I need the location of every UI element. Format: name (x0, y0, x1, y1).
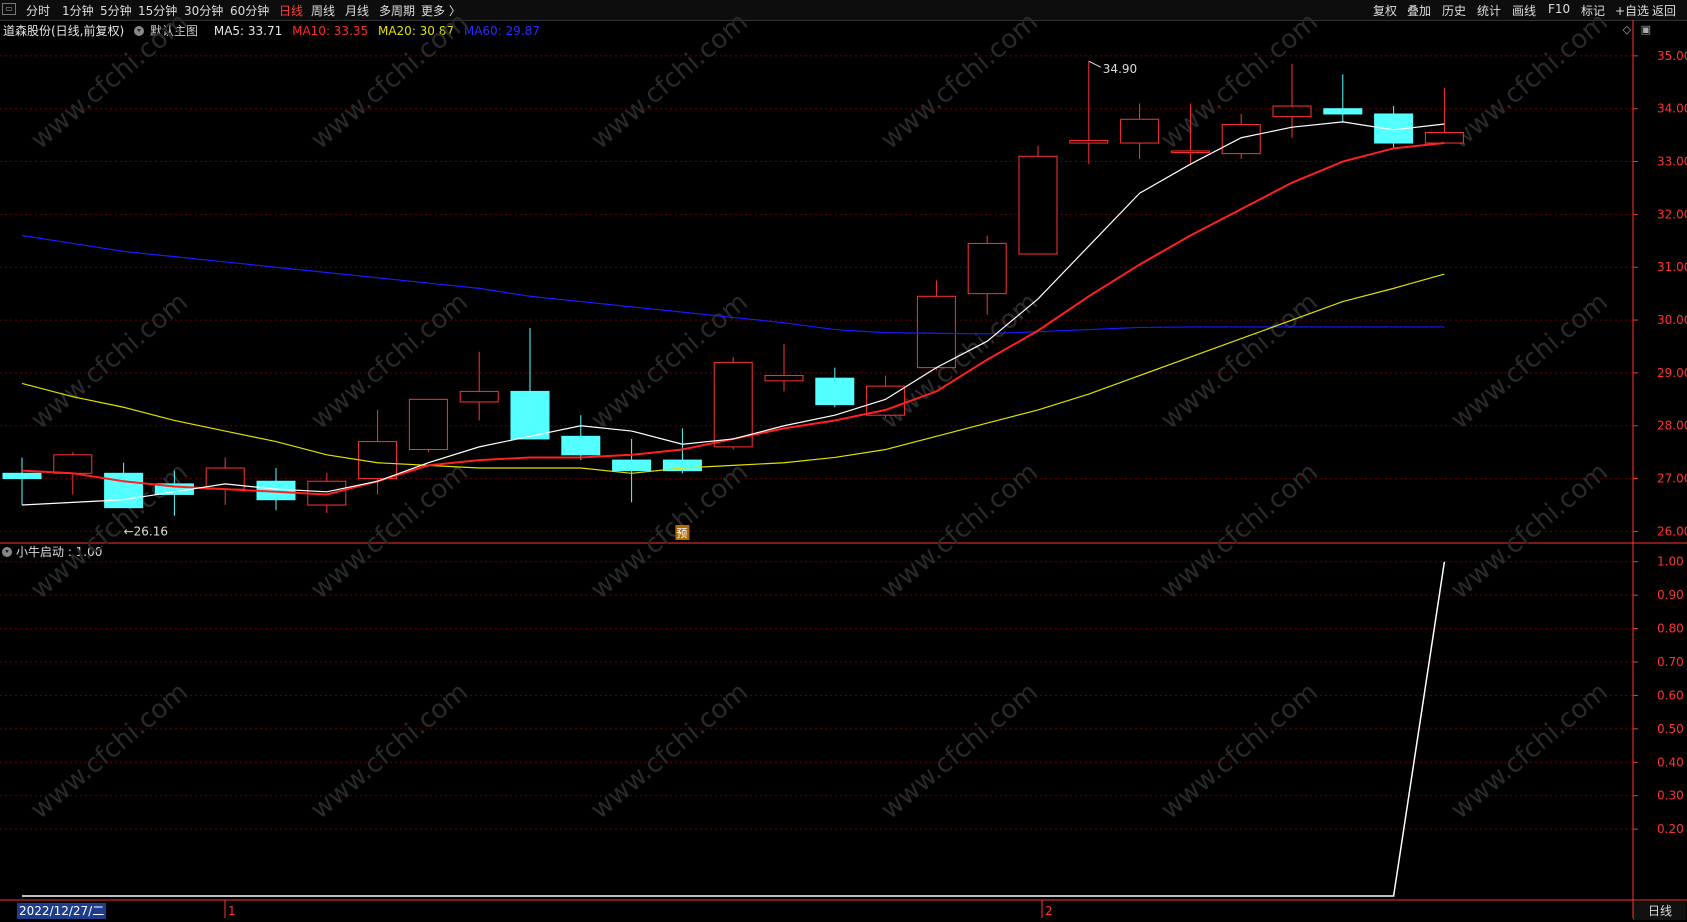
main-tick-label: 28.00 (1657, 419, 1687, 433)
watermark-text: www.cfchi.com (305, 7, 474, 155)
candle-body-up (713, 361, 753, 448)
watermark-text: www.cfchi.com (1445, 287, 1614, 435)
low-price-annotation: ←26.16 (124, 525, 168, 539)
indicator-tick-label: 1.00 (1657, 555, 1684, 569)
candle-body-down (561, 435, 601, 456)
kline-chart[interactable]: 35.00 34.00 33.00 32.00 31.00 30.00 29.00 28.00… (0, 0, 1687, 922)
main-tick-label: 29.00 (1657, 366, 1687, 380)
watermark-text: www.cfchi.com (1445, 7, 1614, 155)
watermark-text: www.cfchi.com (305, 287, 474, 435)
main-tick-label: 30.00 (1657, 313, 1687, 327)
main-tick-label: 33.00 (1657, 155, 1687, 169)
indicator-tick-label: 0.20 (1657, 822, 1684, 836)
forecast-badge-text: 预 (676, 527, 687, 540)
candle-body-up (1221, 124, 1261, 155)
watermark-text: www.cfchi.com (585, 677, 754, 825)
candle-body-down (2, 472, 42, 480)
main-tick-label: 26.00 (1657, 524, 1687, 538)
main-tick-label: 31.00 (1657, 260, 1687, 274)
watermark-text: www.cfchi.com (1445, 677, 1614, 825)
watermark-text: www.cfchi.com (305, 677, 474, 825)
candle-body-up (967, 242, 1007, 295)
candle-body-up (764, 375, 804, 382)
high-pointer (1088, 60, 1102, 68)
main-tick-label: 32.00 (1657, 207, 1687, 221)
candle-body-down (510, 390, 550, 440)
main-tick-label: 27.00 (1657, 472, 1687, 486)
watermark-text: www.cfchi.com (875, 677, 1044, 825)
watermark-text: www.cfchi.com (25, 7, 194, 155)
candle-body-up (1272, 105, 1312, 118)
watermark-text: www.cfchi.com (25, 677, 194, 825)
candle-body-down (815, 377, 855, 406)
watermark-text: www.cfchi.com (25, 287, 194, 435)
date-cursor-label: 2022/12/27/二 (17, 903, 107, 919)
candle-body-up (1018, 155, 1058, 255)
candle-body-up (408, 398, 448, 451)
watermark-text: www.cfchi.com (1155, 677, 1324, 825)
candle-body-up (53, 454, 93, 474)
candle-body-up (1120, 118, 1160, 144)
period-tab-daily[interactable]: 日线 (1633, 902, 1686, 920)
watermark-text: www.cfchi.com (875, 7, 1044, 155)
candle-body-up (459, 390, 499, 403)
candle-body-up (1069, 139, 1109, 144)
watermark-text: www.cfchi.com (585, 7, 754, 155)
month-marker-label: 2 (1045, 904, 1053, 918)
indicator-tick-label: 0.60 (1657, 688, 1684, 702)
indicator-tick-label: 0.90 (1657, 588, 1684, 602)
indicator-tick-label: 0.40 (1657, 755, 1684, 769)
candle-body-down (1323, 108, 1363, 115)
main-tick-label: 34.00 (1657, 102, 1687, 116)
month-marker-label: 1 (228, 904, 236, 918)
indicator-tick-label: 0.50 (1657, 722, 1684, 736)
indicator-tick-label: 0.70 (1657, 655, 1684, 669)
candle-body-down (612, 459, 652, 472)
high-price-annotation: 34.90 (1103, 62, 1137, 76)
candle-body-up (1170, 150, 1210, 153)
main-tick-label: 35.00 (1657, 49, 1687, 63)
candle-body-up (916, 295, 956, 369)
indicator-tick-label: 0.80 (1657, 622, 1684, 636)
candle-body-up (1424, 131, 1464, 144)
indicator-tick-label: 0.30 (1657, 789, 1684, 803)
